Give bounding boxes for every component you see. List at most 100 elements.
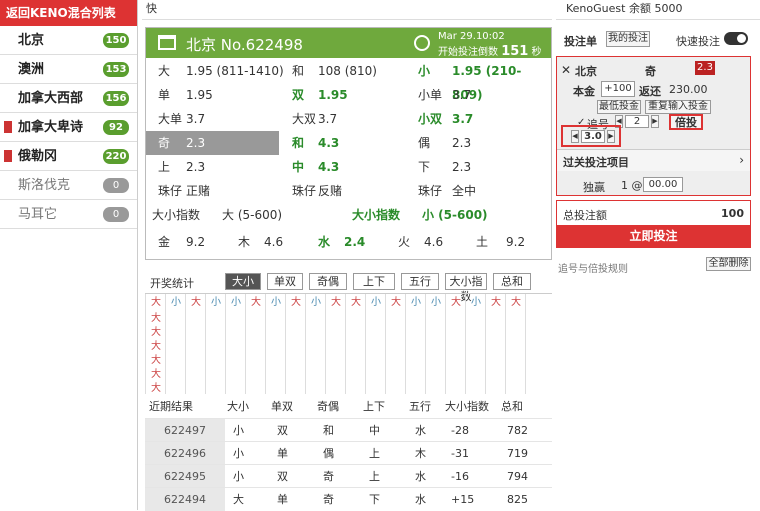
tab-bet-slip[interactable]: 投注单 [564, 33, 597, 49]
sidebar-item[interactable]: 加拿大卑诗 92 [0, 113, 137, 142]
bet-odds[interactable]: 2.3 [452, 155, 471, 179]
bet-odds[interactable]: 反赌 [318, 179, 342, 203]
element-option[interactable]: 9.2 [186, 230, 205, 254]
element-option[interactable]: 土 [476, 230, 488, 254]
sidebar-item[interactable]: 俄勒冈 220 [0, 142, 137, 171]
grid-cell: 大 [251, 297, 261, 308]
bet-option-label[interactable]: 和 [292, 131, 304, 155]
bet-option-label[interactable]: 双 [292, 83, 304, 107]
stats-tab[interactable]: 上下 [353, 273, 395, 290]
bet-option-label[interactable]: 大 [158, 59, 170, 83]
multiply-bet-button[interactable]: 倍投 [669, 114, 703, 130]
element-option[interactable]: 火 [398, 230, 410, 254]
sidebar-item-label: 澳洲 [18, 62, 45, 77]
bet-option-label[interactable]: 中 [292, 155, 304, 179]
single-win-label: 独赢 [583, 181, 605, 194]
bet-option-label[interactable]: 珠仔 [158, 179, 182, 203]
bet-odds[interactable]: 正赌 [186, 179, 210, 203]
bet-odds[interactable]: 108 (810) [318, 59, 377, 83]
bet-option-label[interactable]: 珠仔 [292, 179, 316, 203]
stats-tab[interactable]: 单双 [267, 273, 303, 290]
quick-bet-toggle[interactable] [724, 32, 748, 45]
bet-option-label[interactable]: 小单 [418, 83, 442, 107]
multiplier-input[interactable]: 3.0 [581, 130, 605, 143]
bet-odds[interactable]: 2.3 [186, 155, 205, 179]
result-cell: 中 [369, 424, 380, 437]
bet-odds[interactable]: 3.7 [186, 107, 205, 131]
sidebar-item[interactable]: 澳洲 153 [0, 55, 137, 84]
results-header-cell: 大小指数 [445, 400, 489, 413]
odds-row: 大 1.95 (811-1410) 和 108 (810) 小 1.95 (210-809… [146, 59, 551, 102]
element-option[interactable]: 水 [318, 230, 330, 254]
bet-odds[interactable]: 1.95 [186, 83, 213, 107]
stake-input[interactable]: +100 [601, 81, 635, 97]
countdown: 开始投注倒数 151 秒 [438, 43, 542, 59]
bet-option-label[interactable]: 下 [418, 155, 430, 179]
parlay-section[interactable]: 过关投注项目 › [557, 149, 750, 171]
stats-tab[interactable]: 奇偶 [309, 273, 347, 290]
bet-option-label[interactable]: 小 [418, 59, 430, 83]
bet-option-label[interactable]: 奇 [158, 131, 170, 155]
reenter-stake-button[interactable]: 重复输入投金 [645, 100, 711, 114]
grid-cell: 小 [211, 297, 221, 308]
sidebar-item-count: 92 [103, 120, 129, 135]
rules-link[interactable]: 追号与倍投规则 [558, 260, 628, 275]
element-option[interactable]: 4.6 [424, 230, 443, 254]
stats-tab[interactable]: 五行 [401, 273, 439, 290]
element-option[interactable]: 金 [158, 230, 170, 254]
stats-tab[interactable]: 总和 [493, 273, 531, 290]
chase-input[interactable]: 2 [625, 115, 649, 128]
element-option[interactable]: 9.2 [506, 230, 525, 254]
quick-bet-label: 快速投注 [676, 35, 720, 48]
clear-all-button[interactable]: 全部删除 [706, 257, 751, 271]
grid-cell: 小 [271, 297, 281, 308]
element-option[interactable]: 2.4 [344, 230, 365, 254]
chase-increase-button[interactable]: ▶ [651, 115, 659, 128]
sidebar-item[interactable]: 斯洛伐克 0 [0, 171, 137, 200]
element-option[interactable]: 4.6 [264, 230, 283, 254]
sidebar-item[interactable]: 加拿大西部 156 [0, 84, 137, 113]
sidebar-item[interactable]: 北京 150 [0, 26, 137, 55]
result-cell: 小 [233, 470, 244, 483]
bet-odds[interactable]: 4.3 [318, 131, 339, 155]
single-win-input[interactable]: 00.00 [643, 177, 683, 192]
tab-my-bets[interactable]: 我的投注 [606, 31, 650, 47]
username: KenoGuest 余额 [566, 2, 651, 15]
index-option[interactable]: 小 (5-600) [422, 203, 488, 227]
bet-option-label[interactable]: 单 [158, 83, 170, 107]
bet-option-label[interactable]: 大单 [158, 107, 182, 131]
stats-tab[interactable]: 大小指数 [445, 273, 487, 303]
bet-odds[interactable]: 全中 [452, 179, 476, 203]
bet-odds[interactable]: 4.3 [318, 155, 339, 179]
bet-option-label[interactable]: 珠仔 [418, 179, 442, 203]
multiplier-decrease-button[interactable]: ◀ [571, 130, 579, 143]
close-icon[interactable]: ✕ [561, 63, 571, 77]
bet-option-label[interactable]: 偶 [418, 131, 430, 155]
grid-cell: 大 [151, 383, 161, 394]
bet-odds[interactable]: 1.95 (811-1410) [186, 59, 284, 83]
sidebar-item-label: 马耳它 [18, 207, 58, 222]
index-option[interactable]: 大小指数 [352, 203, 400, 227]
multiplier-increase-button[interactable]: ▶ [607, 130, 615, 143]
bet-option-label[interactable]: 大双 [292, 107, 316, 131]
bet-odds[interactable]: 3.7 [452, 107, 473, 131]
bet-odds[interactable]: 3.7 [452, 83, 471, 107]
result-cell: 小 [233, 447, 244, 460]
bet-odds[interactable]: 1.95 [318, 83, 348, 107]
bet-option-label[interactable]: 上 [158, 155, 170, 179]
index-option[interactable]: 大 (5-600) [222, 203, 282, 227]
bet-odds[interactable]: 2.3 [452, 131, 471, 155]
back-to-keno-list[interactable]: 返回KENO混合列表 [0, 0, 137, 26]
element-option[interactable]: 木 [238, 230, 250, 254]
sidebar-item[interactable]: 马耳它 0 [0, 200, 137, 229]
bet-odds[interactable]: 3.7 [318, 107, 337, 131]
bet-option-label[interactable]: 小双 [418, 107, 442, 131]
stats-tab[interactable]: 大小 [225, 273, 261, 290]
bet-odds[interactable]: 2.3 [186, 131, 205, 155]
submit-bet-button[interactable]: 立即投注 [557, 225, 750, 247]
min-stake-button[interactable]: 最低投金 [597, 100, 641, 114]
result-cell: 偶 [323, 447, 334, 460]
flag-icon [4, 121, 12, 133]
bet-option-label[interactable]: 和 [292, 59, 304, 83]
index-option[interactable]: 大小指数 [152, 203, 200, 227]
